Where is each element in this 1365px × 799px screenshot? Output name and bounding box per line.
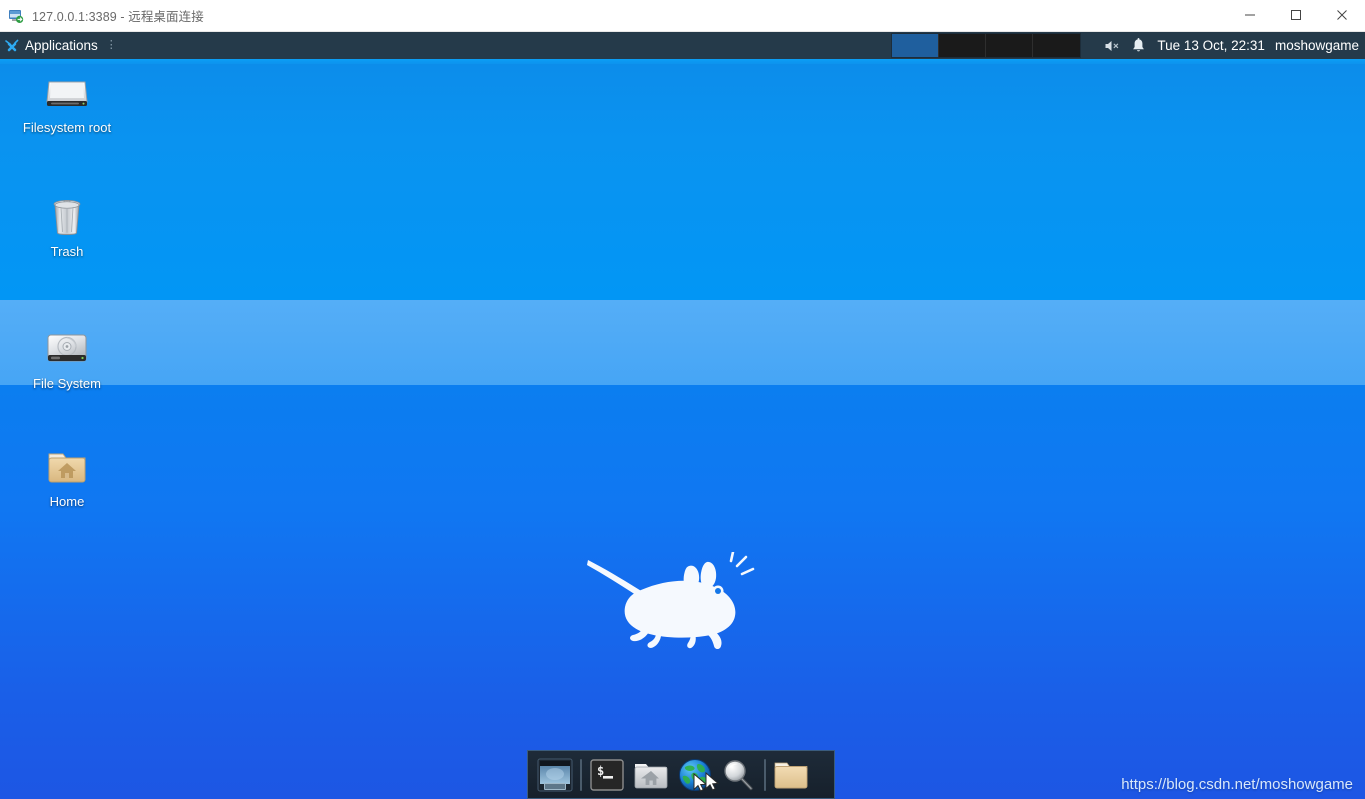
xfce-top-panel: Applications ⋮ Tue 13 Oct, 22:31 moshowg… <box>0 32 1365 59</box>
mouse-cursor <box>705 771 721 794</box>
desktop-wallpaper <box>0 32 1365 799</box>
dock-item-terminal[interactable]: $ <box>585 755 629 795</box>
workspace-2[interactable] <box>939 34 986 57</box>
desktop-icon-filesystem-root[interactable]: Filesystem root <box>12 68 122 136</box>
watermark-text: https://blog.csdn.net/moshowgame <box>1121 776 1353 793</box>
panel-username[interactable]: moshowgame <box>1275 38 1361 53</box>
volume-muted-icon[interactable] <box>1099 32 1125 59</box>
desktop-icon-label: Trash <box>50 244 84 259</box>
home-folder-icon <box>43 442 91 490</box>
remote-desktop-window: 127.0.0.1:3389 - 远程桌面连接 Filesystem root … <box>0 0 1365 799</box>
desktop-icon-home[interactable]: Home <box>12 442 122 510</box>
maximize-icon[interactable] <box>1273 0 1319 31</box>
panel-clock[interactable]: Tue 13 Oct, 22:31 <box>1151 38 1275 53</box>
desktop-icon-trash[interactable]: Trash <box>12 192 122 260</box>
menu-dots-icon: ⋮ <box>105 39 117 51</box>
disk-drive-icon <box>43 324 91 372</box>
dock-item-show-desktop[interactable] <box>533 755 577 795</box>
window-title: 127.0.0.1:3389 - 远程桌面连接 <box>32 10 204 24</box>
dock-item-search[interactable] <box>717 755 761 795</box>
workspace-1[interactable] <box>892 34 939 57</box>
close-icon[interactable] <box>1319 0 1365 31</box>
desktop-icon-file-system[interactable]: File System <box>12 324 122 392</box>
workspace-switcher[interactable] <box>891 33 1081 58</box>
workspace-4[interactable] <box>1033 34 1080 57</box>
dock-separator-1 <box>580 758 582 791</box>
desktop-icon-label: Home <box>49 494 85 509</box>
applications-menu-label: Applications <box>25 38 98 53</box>
trash-can-icon <box>43 192 91 240</box>
window-titlebar: 127.0.0.1:3389 - 远程桌面连接 <box>0 0 1365 32</box>
dock-item-file-manager[interactable] <box>769 755 813 795</box>
xfce-desktop[interactable]: Filesystem root Trash File System Home A… <box>0 32 1365 799</box>
dock-separator-2 <box>764 758 766 791</box>
hard-drive-icon <box>43 68 91 116</box>
xfce-mouse-logo <box>585 550 755 652</box>
notification-bell-icon[interactable] <box>1125 32 1151 59</box>
system-tray: Tue 13 Oct, 22:31 moshowgame <box>1099 32 1365 59</box>
minimize-icon[interactable] <box>1227 0 1273 31</box>
remote-desktop-icon <box>8 8 24 24</box>
desktop-dock: $ <box>527 750 835 799</box>
svg-text:$: $ <box>597 764 604 778</box>
panel-accent-bar <box>0 59 1365 64</box>
dock-item-file-manager-home[interactable] <box>629 755 673 795</box>
applications-menu-button[interactable]: Applications ⋮ <box>0 32 123 59</box>
workspace-3[interactable] <box>986 34 1033 57</box>
desktop-icon-label: Filesystem root <box>22 120 112 135</box>
desktop-icon-label: File System <box>33 376 101 391</box>
window-controls <box>1227 0 1365 32</box>
xfce-mouse-icon <box>4 38 20 54</box>
